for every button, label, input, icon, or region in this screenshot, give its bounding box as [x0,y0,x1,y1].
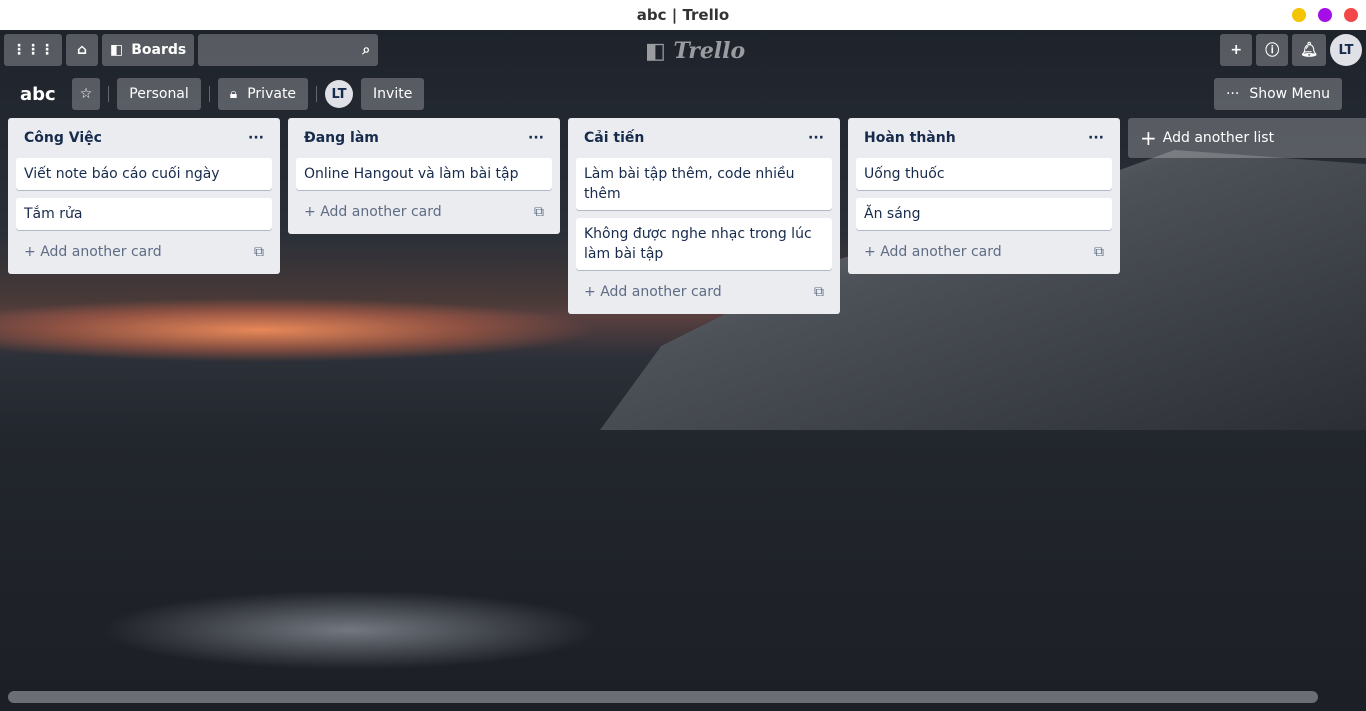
add-card-label: Add another card [40,244,162,260]
plus-icon: + [584,284,601,300]
boards-label: Boards [131,42,187,58]
list-menu-icon[interactable]: ··· [528,130,544,146]
list-title[interactable]: Hoàn thành [864,130,956,146]
list: Công Việc ··· Viết note báo cáo cuối ngày T… [8,118,280,274]
plus-icon: + [1140,126,1157,150]
add-card-label: Add another card [600,284,722,300]
window-titlebar: abc | Trello [0,0,1366,30]
list-title[interactable]: Đang làm [304,130,379,146]
board-header: abc ☆ Personal 🔒︎ Private LT Invite ··· Sh… [12,78,1354,110]
create-button[interactable]: + [1220,34,1253,66]
card[interactable]: Ăn sáng [856,198,1112,230]
star-icon: ☆ [79,86,93,102]
list-title[interactable]: Công Việc [24,130,102,146]
add-card-button[interactable]: + Add another card ⧉ [296,198,552,226]
add-card-label: Add another card [320,204,442,220]
list: Hoàn thành ··· Uống thuốc Ăn sáng + Add anot… [848,118,1120,274]
add-card-button[interactable]: + Add another card ⧉ [16,238,272,266]
show-menu-label: Show Menu [1249,86,1330,102]
lock-icon: 🔒︎ [229,86,238,102]
boards-button[interactable]: ◧ Boards [102,34,195,66]
window-title: abc | Trello [636,6,730,24]
notifications-button[interactable]: 🔔︎ [1292,34,1326,66]
add-list-button[interactable]: + Add another list [1128,118,1366,158]
list: Cải tiến ··· Làm bài tập thêm, code nhiều … [568,118,840,314]
card[interactable]: Viết note báo cáo cuối ngày [16,158,272,190]
list-menu-icon[interactable]: ··· [248,130,264,146]
lists-container: Công Việc ··· Viết note báo cáo cuối ngày T… [8,118,1366,314]
minimize-button[interactable] [1292,8,1306,22]
list: Đang làm ··· Online Hangout và làm bài tập… [288,118,560,234]
add-card-button[interactable]: + Add another card ⧉ [856,238,1112,266]
list-menu-icon[interactable]: ··· [1088,130,1104,146]
visibility-button[interactable]: 🔒︎ Private [217,78,309,110]
plus-icon: + [864,244,881,260]
card-template-icon[interactable]: ⧉ [814,284,824,300]
grid-icon: ⋮⋮⋮ [12,42,54,58]
user-avatar[interactable]: LT [1330,34,1362,66]
add-list-label: Add another list [1162,130,1275,146]
search-icon: ⌕ [362,42,371,58]
search-input[interactable]: ⌕ [198,34,379,66]
list-title[interactable]: Cải tiến [584,130,644,146]
bell-icon: 🔔︎ [1300,42,1318,58]
home-icon: ⌂ [76,42,88,58]
trello-logo[interactable]: ◧ Trello [645,38,745,64]
board-title[interactable]: abc [12,84,64,105]
add-card-button[interactable]: + Add another card ⧉ [576,278,832,306]
horizontal-scrollbar[interactable] [8,691,1318,703]
visibility-label: Private [247,86,297,102]
board-icon: ◧ [110,42,124,58]
member-avatar[interactable]: LT [325,80,354,108]
card[interactable]: Làm bài tập thêm, code nhiều thêm [576,158,832,210]
home-button[interactable]: ⌂ [66,34,98,66]
star-button[interactable]: ☆ [71,78,101,110]
invite-button[interactable]: Invite [361,78,425,110]
card-template-icon[interactable]: ⧉ [534,204,544,220]
card-template-icon[interactable]: ⧉ [254,244,264,260]
card-template-icon[interactable]: ⧉ [1094,244,1104,260]
more-icon: ··· [1225,86,1240,102]
close-button[interactable] [1344,8,1358,22]
info-button[interactable]: ⓘ [1256,34,1289,66]
card[interactable]: Online Hangout và làm bài tập [296,158,552,190]
info-icon: ⓘ [1265,43,1280,59]
card[interactable]: Không được nghe nhạc trong lúc làm bài t… [576,218,832,270]
team-button[interactable]: Personal [117,78,201,110]
card[interactable]: Tắm rửa [16,198,272,230]
maximize-button[interactable] [1318,8,1332,22]
plus-icon: + [304,204,321,220]
show-menu-button[interactable]: ··· Show Menu [1213,78,1342,110]
logo-text: Trello [673,38,746,64]
card[interactable]: Uống thuốc [856,158,1112,190]
plus-icon: + [24,244,41,260]
apps-button[interactable]: ⋮⋮⋮ [4,34,62,66]
plus-icon: + [1230,42,1243,58]
add-card-label: Add another card [880,244,1002,260]
list-menu-icon[interactable]: ··· [808,130,824,146]
